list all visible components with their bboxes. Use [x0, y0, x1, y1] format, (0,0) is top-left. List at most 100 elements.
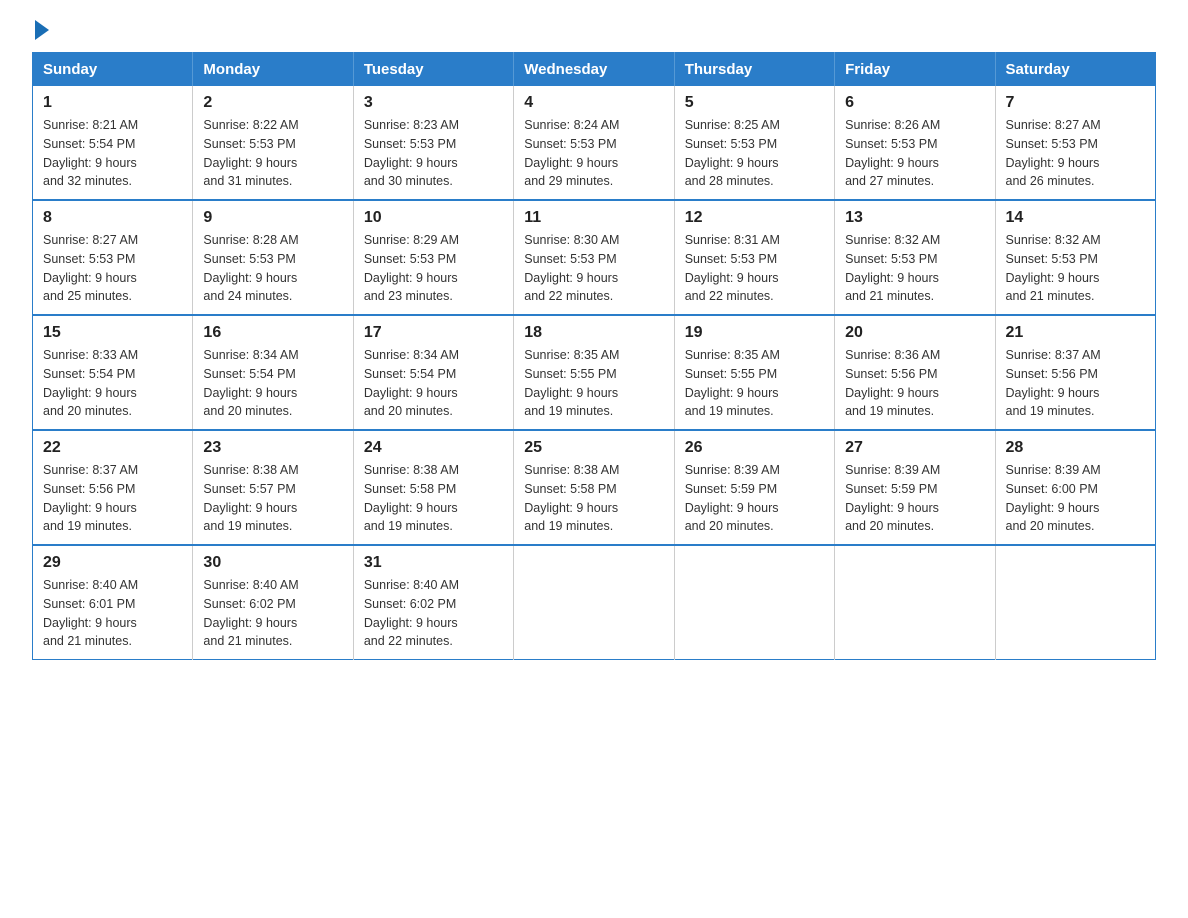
weekday-header-friday: Friday	[835, 53, 995, 87]
day-info: Sunrise: 8:38 AM Sunset: 5:58 PM Dayligh…	[524, 461, 663, 536]
day-info: Sunrise: 8:35 AM Sunset: 5:55 PM Dayligh…	[524, 346, 663, 421]
day-number: 17	[364, 324, 503, 342]
week-row-3: 15 Sunrise: 8:33 AM Sunset: 5:54 PM Dayl…	[33, 315, 1156, 430]
weekday-header-tuesday: Tuesday	[353, 53, 513, 87]
day-info: Sunrise: 8:30 AM Sunset: 5:53 PM Dayligh…	[524, 231, 663, 306]
day-info: Sunrise: 8:37 AM Sunset: 5:56 PM Dayligh…	[43, 461, 182, 536]
day-cell: 1 Sunrise: 8:21 AM Sunset: 5:54 PM Dayli…	[33, 86, 193, 200]
day-number: 28	[1006, 439, 1145, 457]
weekday-header-row: SundayMondayTuesdayWednesdayThursdayFrid…	[33, 53, 1156, 87]
day-info: Sunrise: 8:40 AM Sunset: 6:02 PM Dayligh…	[203, 576, 342, 651]
calendar-body: 1 Sunrise: 8:21 AM Sunset: 5:54 PM Dayli…	[33, 86, 1156, 660]
day-number: 3	[364, 94, 503, 112]
day-info: Sunrise: 8:27 AM Sunset: 5:53 PM Dayligh…	[43, 231, 182, 306]
day-cell	[995, 545, 1155, 660]
page-header	[32, 24, 1156, 36]
day-cell: 7 Sunrise: 8:27 AM Sunset: 5:53 PM Dayli…	[995, 86, 1155, 200]
day-cell: 13 Sunrise: 8:32 AM Sunset: 5:53 PM Dayl…	[835, 200, 995, 315]
day-cell: 30 Sunrise: 8:40 AM Sunset: 6:02 PM Dayl…	[193, 545, 353, 660]
day-number: 8	[43, 209, 182, 227]
day-info: Sunrise: 8:39 AM Sunset: 6:00 PM Dayligh…	[1006, 461, 1145, 536]
day-info: Sunrise: 8:31 AM Sunset: 5:53 PM Dayligh…	[685, 231, 824, 306]
weekday-header-thursday: Thursday	[674, 53, 834, 87]
day-cell: 21 Sunrise: 8:37 AM Sunset: 5:56 PM Dayl…	[995, 315, 1155, 430]
logo-triangle-icon	[35, 20, 49, 40]
week-row-1: 1 Sunrise: 8:21 AM Sunset: 5:54 PM Dayli…	[33, 86, 1156, 200]
day-number: 19	[685, 324, 824, 342]
day-info: Sunrise: 8:27 AM Sunset: 5:53 PM Dayligh…	[1006, 116, 1145, 191]
day-cell: 5 Sunrise: 8:25 AM Sunset: 5:53 PM Dayli…	[674, 86, 834, 200]
day-number: 18	[524, 324, 663, 342]
day-info: Sunrise: 8:25 AM Sunset: 5:53 PM Dayligh…	[685, 116, 824, 191]
day-cell: 6 Sunrise: 8:26 AM Sunset: 5:53 PM Dayli…	[835, 86, 995, 200]
day-number: 13	[845, 209, 984, 227]
week-row-4: 22 Sunrise: 8:37 AM Sunset: 5:56 PM Dayl…	[33, 430, 1156, 545]
day-info: Sunrise: 8:40 AM Sunset: 6:01 PM Dayligh…	[43, 576, 182, 651]
day-number: 9	[203, 209, 342, 227]
day-cell: 18 Sunrise: 8:35 AM Sunset: 5:55 PM Dayl…	[514, 315, 674, 430]
day-cell: 15 Sunrise: 8:33 AM Sunset: 5:54 PM Dayl…	[33, 315, 193, 430]
day-number: 11	[524, 209, 663, 227]
day-number: 7	[1006, 94, 1145, 112]
day-cell: 10 Sunrise: 8:29 AM Sunset: 5:53 PM Dayl…	[353, 200, 513, 315]
week-row-2: 8 Sunrise: 8:27 AM Sunset: 5:53 PM Dayli…	[33, 200, 1156, 315]
day-cell: 29 Sunrise: 8:40 AM Sunset: 6:01 PM Dayl…	[33, 545, 193, 660]
week-row-5: 29 Sunrise: 8:40 AM Sunset: 6:01 PM Dayl…	[33, 545, 1156, 660]
day-info: Sunrise: 8:33 AM Sunset: 5:54 PM Dayligh…	[43, 346, 182, 421]
day-cell: 25 Sunrise: 8:38 AM Sunset: 5:58 PM Dayl…	[514, 430, 674, 545]
day-number: 14	[1006, 209, 1145, 227]
day-number: 21	[1006, 324, 1145, 342]
day-info: Sunrise: 8:34 AM Sunset: 5:54 PM Dayligh…	[203, 346, 342, 421]
weekday-header-wednesday: Wednesday	[514, 53, 674, 87]
day-info: Sunrise: 8:39 AM Sunset: 5:59 PM Dayligh…	[845, 461, 984, 536]
day-cell: 28 Sunrise: 8:39 AM Sunset: 6:00 PM Dayl…	[995, 430, 1155, 545]
day-cell: 11 Sunrise: 8:30 AM Sunset: 5:53 PM Dayl…	[514, 200, 674, 315]
day-cell: 14 Sunrise: 8:32 AM Sunset: 5:53 PM Dayl…	[995, 200, 1155, 315]
day-info: Sunrise: 8:39 AM Sunset: 5:59 PM Dayligh…	[685, 461, 824, 536]
day-number: 15	[43, 324, 182, 342]
day-cell: 12 Sunrise: 8:31 AM Sunset: 5:53 PM Dayl…	[674, 200, 834, 315]
day-info: Sunrise: 8:24 AM Sunset: 5:53 PM Dayligh…	[524, 116, 663, 191]
day-cell: 20 Sunrise: 8:36 AM Sunset: 5:56 PM Dayl…	[835, 315, 995, 430]
day-number: 26	[685, 439, 824, 457]
day-number: 12	[685, 209, 824, 227]
day-number: 31	[364, 554, 503, 572]
weekday-header-sunday: Sunday	[33, 53, 193, 87]
day-info: Sunrise: 8:26 AM Sunset: 5:53 PM Dayligh…	[845, 116, 984, 191]
day-cell: 17 Sunrise: 8:34 AM Sunset: 5:54 PM Dayl…	[353, 315, 513, 430]
day-number: 20	[845, 324, 984, 342]
day-info: Sunrise: 8:40 AM Sunset: 6:02 PM Dayligh…	[364, 576, 503, 651]
day-cell: 16 Sunrise: 8:34 AM Sunset: 5:54 PM Dayl…	[193, 315, 353, 430]
day-number: 25	[524, 439, 663, 457]
day-cell: 24 Sunrise: 8:38 AM Sunset: 5:58 PM Dayl…	[353, 430, 513, 545]
day-info: Sunrise: 8:32 AM Sunset: 5:53 PM Dayligh…	[845, 231, 984, 306]
day-info: Sunrise: 8:32 AM Sunset: 5:53 PM Dayligh…	[1006, 231, 1145, 306]
day-number: 23	[203, 439, 342, 457]
day-number: 4	[524, 94, 663, 112]
day-info: Sunrise: 8:29 AM Sunset: 5:53 PM Dayligh…	[364, 231, 503, 306]
day-number: 30	[203, 554, 342, 572]
day-cell	[674, 545, 834, 660]
day-number: 29	[43, 554, 182, 572]
day-info: Sunrise: 8:38 AM Sunset: 5:57 PM Dayligh…	[203, 461, 342, 536]
day-cell	[835, 545, 995, 660]
day-cell: 9 Sunrise: 8:28 AM Sunset: 5:53 PM Dayli…	[193, 200, 353, 315]
day-number: 24	[364, 439, 503, 457]
day-info: Sunrise: 8:21 AM Sunset: 5:54 PM Dayligh…	[43, 116, 182, 191]
day-number: 27	[845, 439, 984, 457]
day-number: 22	[43, 439, 182, 457]
day-cell: 26 Sunrise: 8:39 AM Sunset: 5:59 PM Dayl…	[674, 430, 834, 545]
day-number: 6	[845, 94, 984, 112]
day-info: Sunrise: 8:37 AM Sunset: 5:56 PM Dayligh…	[1006, 346, 1145, 421]
day-cell: 23 Sunrise: 8:38 AM Sunset: 5:57 PM Dayl…	[193, 430, 353, 545]
day-cell	[514, 545, 674, 660]
weekday-header-monday: Monday	[193, 53, 353, 87]
day-number: 2	[203, 94, 342, 112]
day-number: 5	[685, 94, 824, 112]
day-number: 16	[203, 324, 342, 342]
day-cell: 19 Sunrise: 8:35 AM Sunset: 5:55 PM Dayl…	[674, 315, 834, 430]
day-cell: 8 Sunrise: 8:27 AM Sunset: 5:53 PM Dayli…	[33, 200, 193, 315]
logo	[32, 24, 49, 36]
day-cell: 22 Sunrise: 8:37 AM Sunset: 5:56 PM Dayl…	[33, 430, 193, 545]
day-cell: 27 Sunrise: 8:39 AM Sunset: 5:59 PM Dayl…	[835, 430, 995, 545]
